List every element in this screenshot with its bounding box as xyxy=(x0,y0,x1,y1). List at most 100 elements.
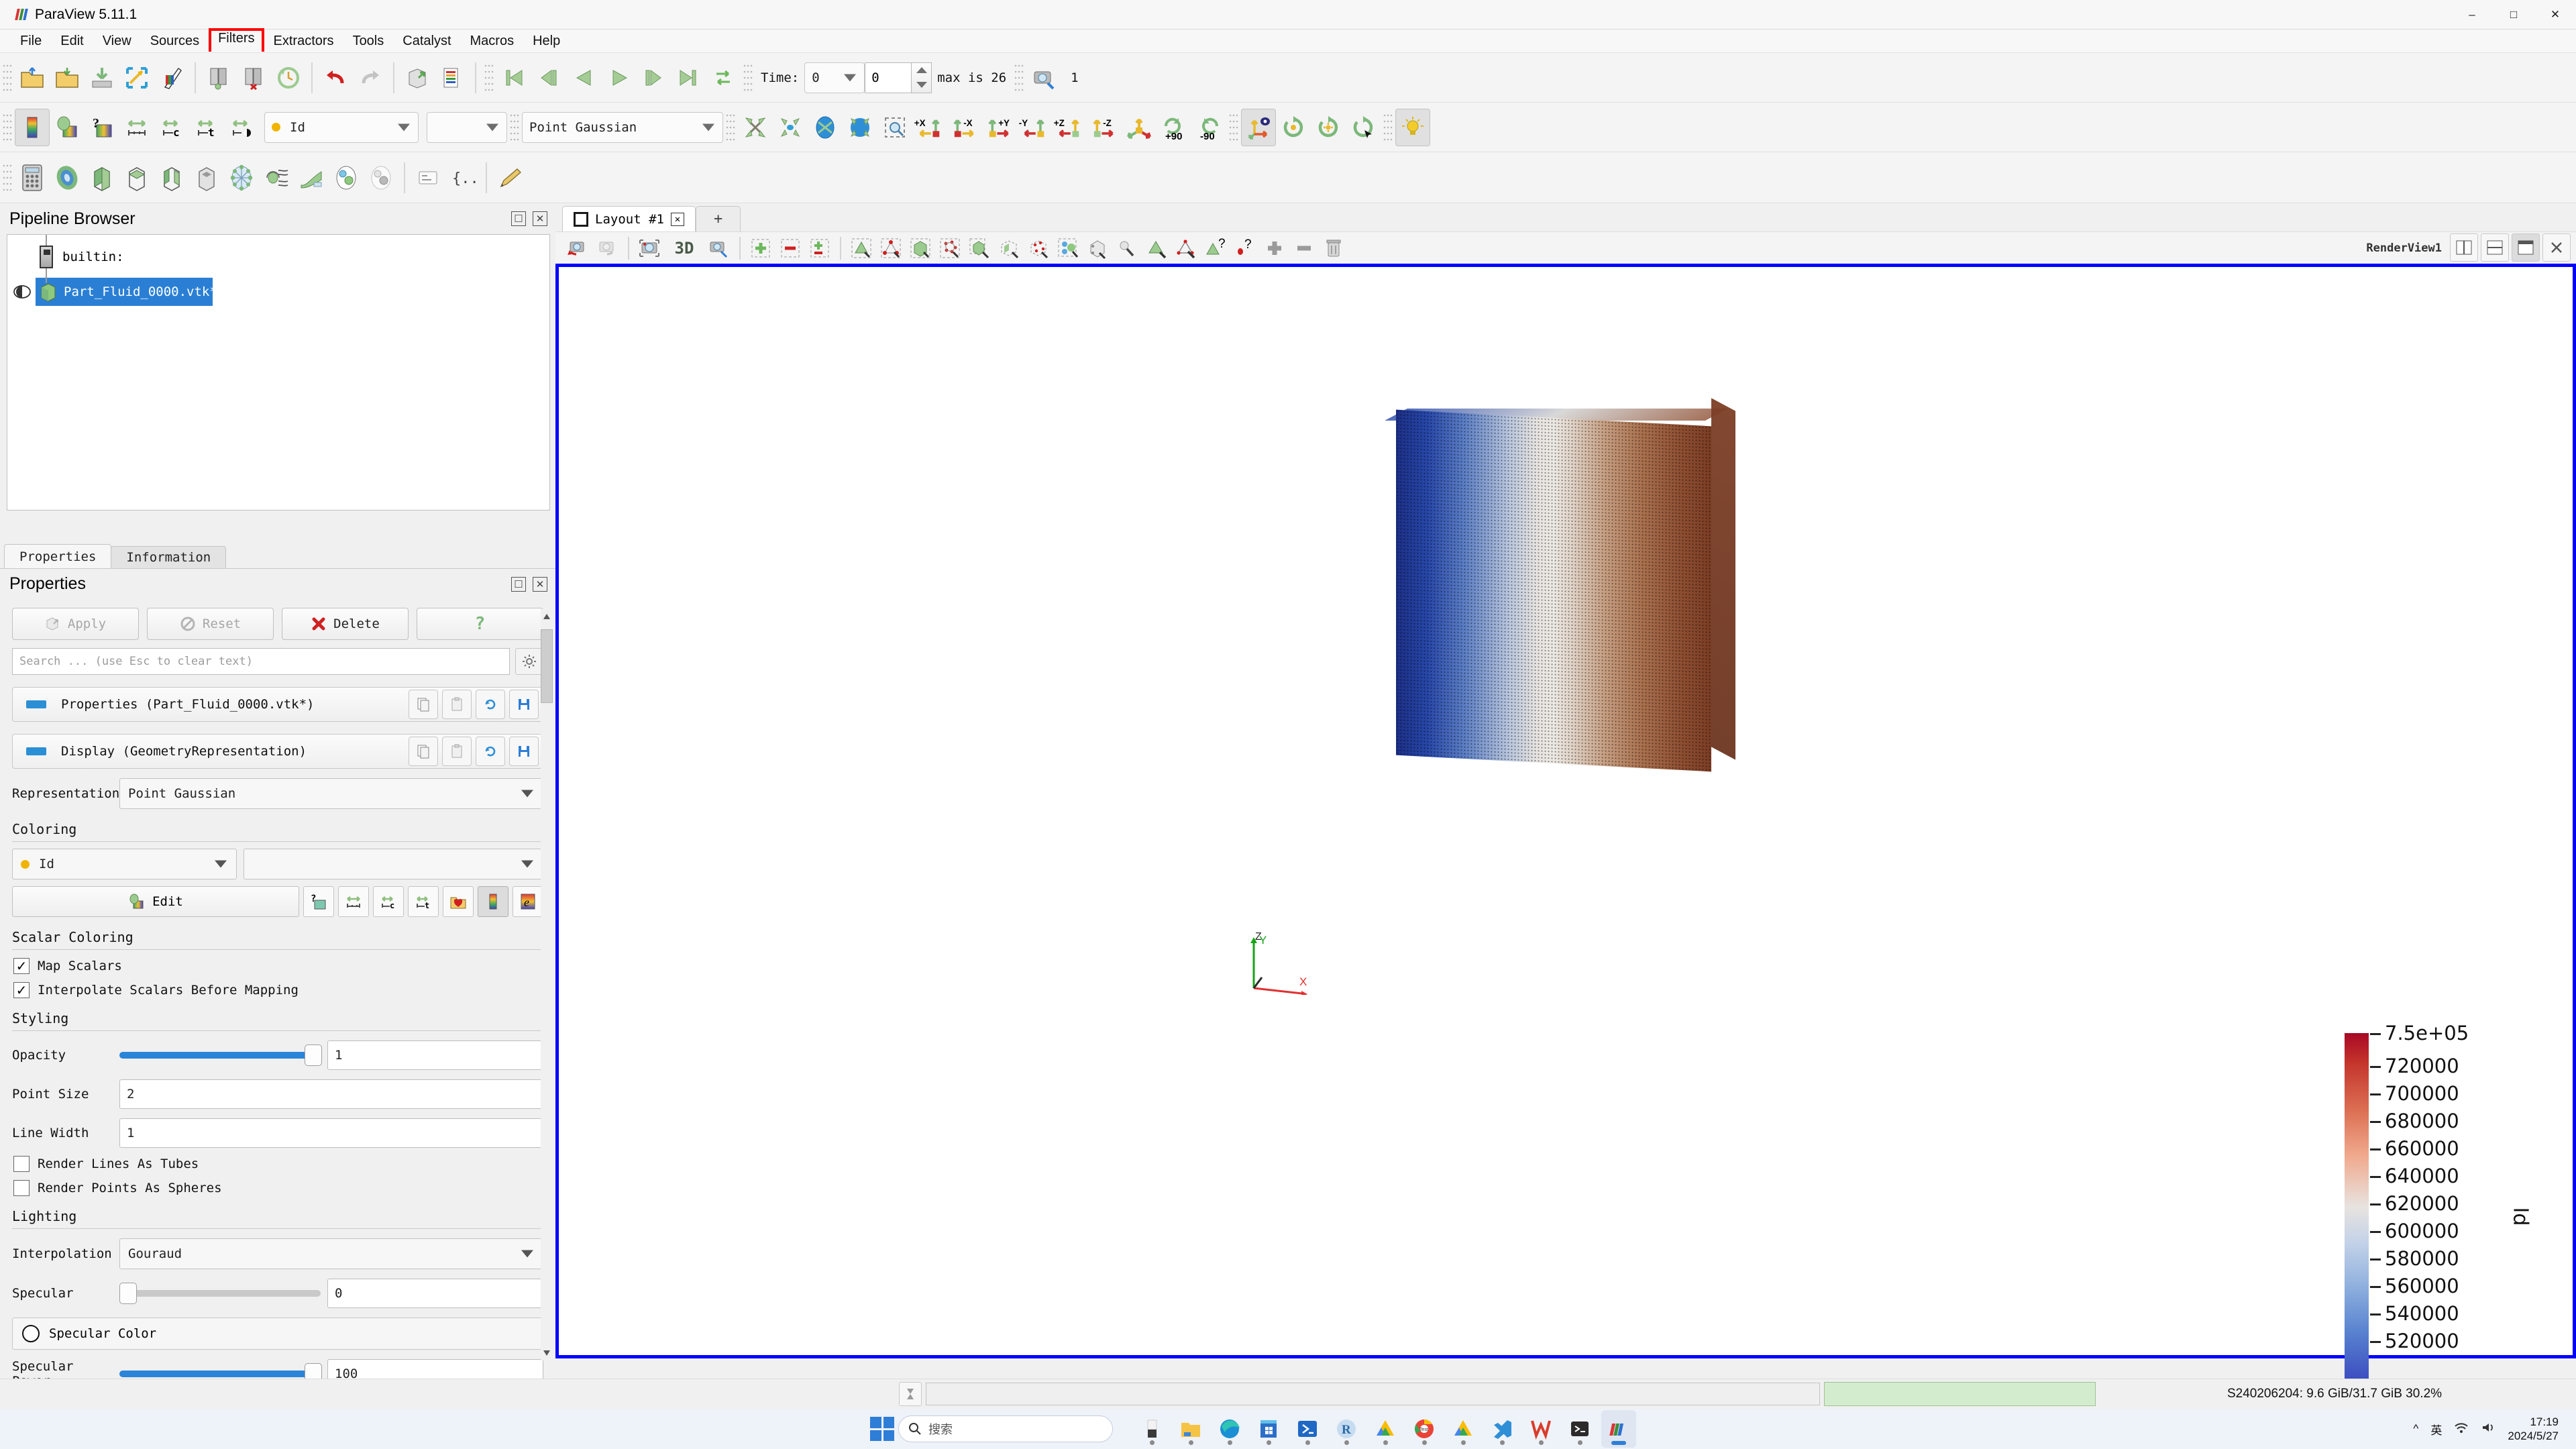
ime-indicator[interactable]: 英 xyxy=(2430,1421,2442,1438)
representation-combo[interactable]: Point Gaussian xyxy=(119,778,543,809)
vscode-icon[interactable] xyxy=(1485,1410,1519,1448)
rescale-custom-icon[interactable] xyxy=(224,109,259,146)
menu-file[interactable]: File xyxy=(11,31,51,52)
first-frame-button[interactable] xyxy=(496,59,531,97)
scrollbar-thumb[interactable] xyxy=(541,629,553,703)
copy-icon[interactable] xyxy=(409,737,438,766)
last-frame-button[interactable] xyxy=(671,59,706,97)
color-array-combo[interactable]: Id xyxy=(264,112,419,143)
delete-button[interactable]: Delete xyxy=(282,608,409,640)
pipeline-node-part-fluid[interactable]: Part_Fluid_0000.vtk* xyxy=(36,278,213,306)
microsoft-store-icon[interactable] xyxy=(1251,1410,1286,1448)
select-frustum-points-icon[interactable] xyxy=(1024,233,1053,263)
load-state-icon[interactable] xyxy=(154,59,189,97)
minimize-button[interactable]: – xyxy=(2451,0,2493,30)
interpolation-combo[interactable]: Gouraud xyxy=(119,1238,543,1269)
reset-camera-icon[interactable] xyxy=(738,109,773,146)
paste-icon[interactable] xyxy=(442,737,472,766)
scroll-down-icon[interactable] xyxy=(541,1346,553,1360)
camera-toolbar-grip[interactable] xyxy=(726,112,735,143)
stream-tracer-icon[interactable] xyxy=(259,159,294,197)
opacity-slider[interactable] xyxy=(119,1052,321,1059)
close-layout-icon[interactable]: ✕ xyxy=(671,213,684,226)
next-frame-button[interactable] xyxy=(636,59,671,97)
undock-icon[interactable]: ☐ xyxy=(511,211,526,226)
zoom-area-icon[interactable] xyxy=(1142,233,1171,263)
slider-knob[interactable] xyxy=(305,1363,322,1379)
properties-section-header[interactable]: Properties (Part_Fluid_0000.vtk*) xyxy=(12,687,543,722)
trash-icon[interactable] xyxy=(1319,233,1348,263)
restore-defaults-icon[interactable] xyxy=(476,690,505,719)
select-points-on-icon[interactable] xyxy=(876,233,906,263)
rescale-to-data-range-icon[interactable] xyxy=(338,886,369,917)
clock[interactable]: 17:19 2024/5/27 xyxy=(2508,1415,2559,1444)
chrome-test-icon[interactable]: Test xyxy=(1407,1410,1442,1448)
view-mode-3d-button[interactable]: 3D xyxy=(664,233,704,263)
apply-button[interactable]: Apply xyxy=(12,608,139,640)
redo-icon[interactable] xyxy=(353,59,388,97)
threshold-icon[interactable] xyxy=(154,159,189,197)
warp-icon[interactable] xyxy=(294,159,329,197)
menu-edit[interactable]: Edit xyxy=(51,31,93,52)
stop-icon[interactable] xyxy=(899,1382,922,1406)
glyph-icon[interactable] xyxy=(224,159,259,197)
render-view-canvas[interactable]: Y X Z Id 7.5e+05 720000 700000 680000 66… xyxy=(555,264,2576,1358)
rescale-visible-range-icon[interactable]: t xyxy=(189,109,224,146)
extract-level-icon[interactable] xyxy=(364,159,398,197)
opacity-input[interactable]: 1 xyxy=(327,1040,543,1070)
paraview-icon[interactable] xyxy=(1601,1410,1636,1448)
redo-camera-icon[interactable] xyxy=(593,233,623,263)
edit-color-map-button[interactable]: Edit xyxy=(12,886,299,917)
representation-toolbar-grip[interactable] xyxy=(510,112,519,143)
map-scalars-row[interactable]: ✓ Map Scalars xyxy=(13,958,543,974)
subtract-selection-icon[interactable] xyxy=(775,233,805,263)
help-button[interactable]: ? xyxy=(417,608,543,640)
close-button[interactable]: ✕ xyxy=(2534,0,2576,30)
zoom-to-box-icon[interactable] xyxy=(877,109,912,146)
rotate-minus90-icon[interactable]: -90 xyxy=(1191,109,1226,146)
reset-session-icon[interactable] xyxy=(271,59,306,97)
time-toolbar-grip[interactable] xyxy=(743,62,753,93)
map-scalars-checkbox[interactable]: ✓ xyxy=(13,958,30,974)
display-section-header[interactable]: Display (GeometryRepresentation) xyxy=(12,734,543,769)
enable-lighting-icon[interactable] xyxy=(1395,109,1430,146)
split-horizontal-icon[interactable] xyxy=(2450,233,2478,262)
select-block-icon[interactable] xyxy=(965,233,994,263)
scroll-up-icon[interactable] xyxy=(541,609,553,624)
connect-server-icon[interactable] xyxy=(201,59,236,97)
maximize-button[interactable]: □ xyxy=(2493,0,2534,30)
edit-color-map-icon[interactable]: ? xyxy=(303,886,334,917)
select-frustum-cells-icon[interactable] xyxy=(994,233,1024,263)
extract-subset-icon[interactable] xyxy=(189,159,224,197)
play-reverse-button[interactable] xyxy=(566,59,601,97)
drive-sync-icon[interactable] xyxy=(1368,1410,1403,1448)
zoom-to-data-icon[interactable] xyxy=(773,109,808,146)
select-cells-through-icon[interactable] xyxy=(906,233,935,263)
hover-cells-icon[interactable] xyxy=(1083,233,1112,263)
interactive-select-icon[interactable] xyxy=(1053,233,1083,263)
neg-y-icon[interactable]: -Y xyxy=(1017,109,1052,146)
edit-pencil-icon[interactable] xyxy=(492,159,527,197)
close-view-icon[interactable] xyxy=(2542,233,2571,262)
edit-opacity-icon[interactable]: e xyxy=(513,886,543,917)
menu-filters[interactable]: Filters xyxy=(209,28,264,52)
rescale-custom-range-icon[interactable]: c xyxy=(373,886,404,917)
menu-catalyst[interactable]: Catalyst xyxy=(393,31,460,52)
frame-spinbox[interactable]: 0 xyxy=(865,62,912,93)
interpolate-scalars-checkbox[interactable]: ✓ xyxy=(13,982,30,998)
powershell-icon[interactable] xyxy=(1290,1410,1325,1448)
frame-spin-arrows[interactable] xyxy=(912,62,932,93)
render-points-as-spheres-checkbox[interactable] xyxy=(13,1180,30,1196)
representation-combo[interactable]: Point Gaussian xyxy=(522,112,723,143)
add-layout-button[interactable]: + xyxy=(696,206,741,231)
python-shell-icon[interactable]: {...} xyxy=(445,159,480,197)
interpolate-scalars-row[interactable]: ✓ Interpolate Scalars Before Mapping xyxy=(13,982,543,998)
render-lines-as-tubes-checkbox[interactable] xyxy=(13,1156,30,1172)
toggle-color-legend-icon[interactable] xyxy=(15,109,50,146)
hover-points-icon[interactable] xyxy=(1112,233,1142,263)
search-input[interactable]: 搜索 xyxy=(898,1415,1113,1442)
reset-center-icon[interactable] xyxy=(1276,109,1311,146)
rotate-center-icon[interactable] xyxy=(1346,109,1381,146)
menu-tools[interactable]: Tools xyxy=(343,31,394,52)
plus-icon[interactable] xyxy=(1260,233,1289,263)
